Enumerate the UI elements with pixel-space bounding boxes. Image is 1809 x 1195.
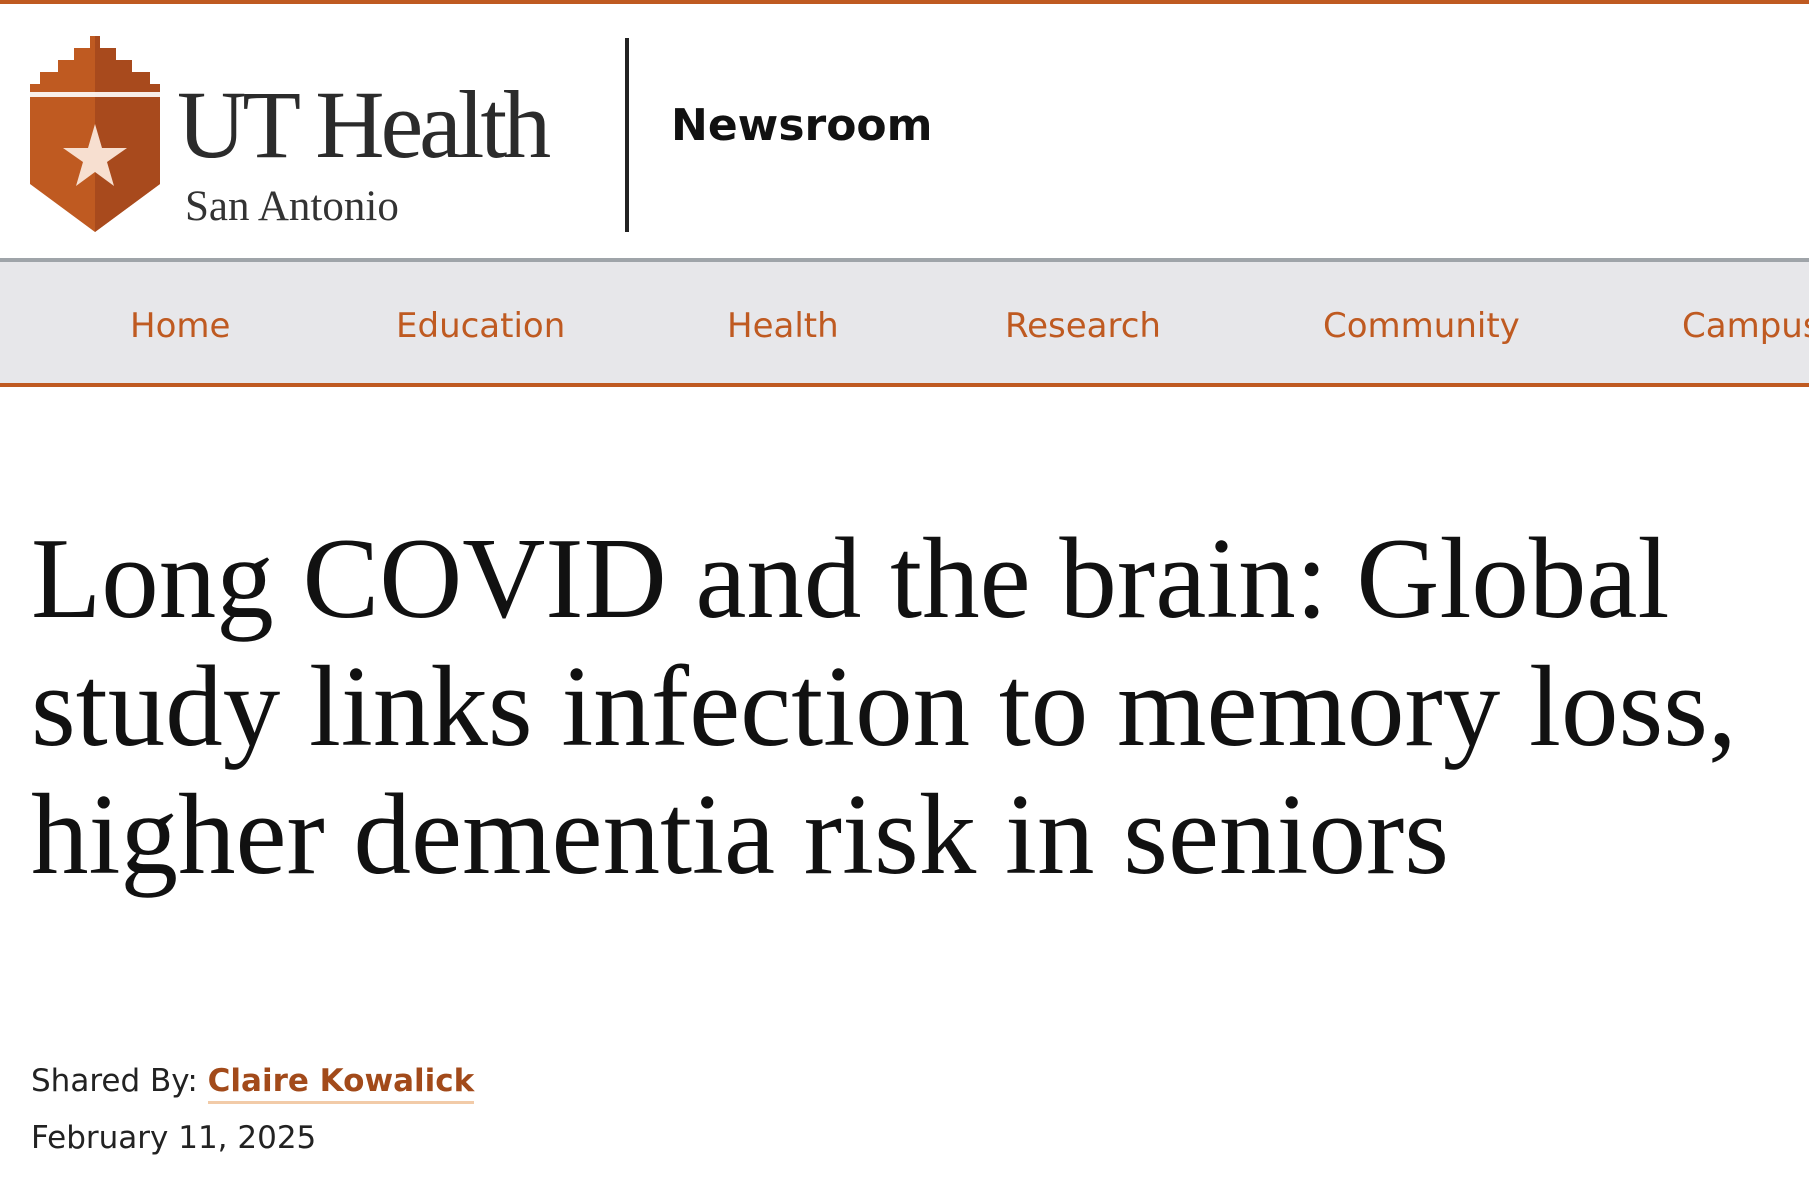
shield-star-icon [30, 36, 160, 232]
main-navigation: Home Education Health Research Community… [0, 258, 1809, 387]
article-title: Long COVID and the brain: Global study l… [31, 515, 1737, 898]
header-divider [625, 38, 629, 232]
logo-wordmark: UT Health [177, 71, 551, 178]
author-link[interactable]: Claire Kowalick [207, 1063, 475, 1104]
nav-item-education[interactable]: Education [396, 306, 565, 346]
site-header: UT Health San Antonio Newsroom [0, 4, 1809, 258]
nav-item-health[interactable]: Health [727, 306, 839, 346]
article-byline: Shared By: Claire Kowalick [31, 1058, 475, 1104]
nav-item-community[interactable]: Community [1323, 306, 1520, 346]
site-logo-link[interactable]: UT Health San Antonio [0, 4, 600, 258]
nav-item-research[interactable]: Research [1005, 306, 1161, 346]
newsroom-link[interactable]: Newsroom [671, 96, 933, 156]
article-date: February 11, 2025 [31, 1120, 317, 1156]
logo-location: San Antonio [185, 183, 399, 230]
shared-by-label: Shared By: [31, 1063, 198, 1099]
nav-item-home[interactable]: Home [130, 306, 230, 346]
nav-item-campus[interactable]: Campus [1682, 306, 1809, 346]
